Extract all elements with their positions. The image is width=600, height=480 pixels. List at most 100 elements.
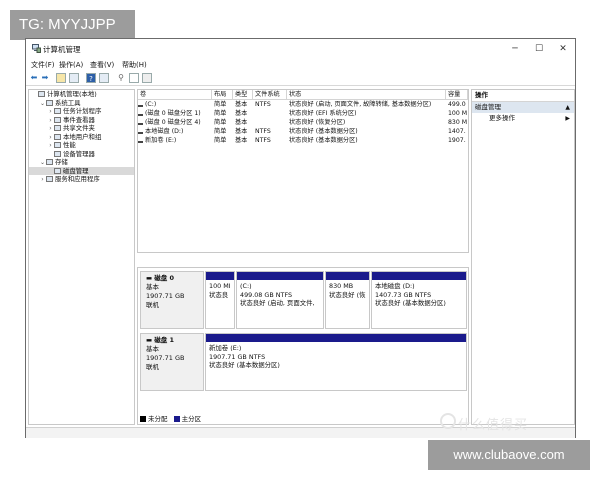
volume-cell: 1407. bbox=[448, 128, 466, 135]
volume-cell: 简单 bbox=[214, 137, 227, 144]
partition-status: 状态良好 (恢 bbox=[329, 290, 366, 299]
volume-cell: 简单 bbox=[214, 101, 227, 108]
tree-node-icon bbox=[38, 91, 45, 97]
volume-cell: 基本 bbox=[235, 137, 248, 144]
partition-bar bbox=[326, 272, 369, 280]
disk-0-label[interactable]: ▬ 磁盘 0 基本 1907.71 GB 联机 bbox=[140, 271, 204, 329]
help-icon[interactable]: ? bbox=[86, 73, 96, 83]
toolbar: ⬅ ➡ ? ⚲ bbox=[26, 71, 575, 86]
partition-size: 1407.73 GB NTFS bbox=[375, 290, 432, 299]
tree-item[interactable]: › 本地用户和组 bbox=[29, 133, 134, 142]
tree-item[interactable]: › 性能 bbox=[29, 141, 134, 150]
view-icon[interactable] bbox=[142, 73, 152, 83]
menu-file[interactable]: 文件(F) bbox=[31, 60, 55, 70]
partition-title: (C:) bbox=[240, 282, 252, 290]
collapse-up-icon[interactable]: ▲ bbox=[565, 102, 570, 113]
volume-row[interactable]: (磁盘 0 磁盘分区 1) 简单 基本 状态良好 (EFI 系统分区) 100 M bbox=[138, 109, 468, 118]
connect-icon[interactable]: ⚲ bbox=[116, 73, 126, 83]
volume-cell: (磁盘 0 磁盘分区 1) bbox=[145, 110, 201, 117]
tree-item-label: 本地用户和组 bbox=[63, 132, 102, 141]
partition-size: 499.08 GB NTFS bbox=[240, 290, 293, 299]
tree-item-label: 事件查看器 bbox=[63, 115, 95, 124]
more-actions[interactable]: 更多操作 ▶ bbox=[472, 113, 574, 124]
volume-row[interactable]: 新加卷 (E:) 简单 基本 NTFS 状态良好 (基本数据分区) 1907. bbox=[138, 136, 468, 145]
tree-item[interactable]: › 事件查看器 bbox=[29, 116, 134, 125]
chevron-right-icon[interactable]: › bbox=[39, 176, 46, 185]
partition-e[interactable]: 新加卷 (E:) 1907.71 GB NTFS 状态良好 (基本数据分区) bbox=[205, 333, 467, 391]
actions-header: 操作 bbox=[472, 90, 574, 102]
tree-item[interactable]: › 任务计划程序 bbox=[29, 107, 134, 116]
legend-primary: 主分区 bbox=[181, 415, 202, 423]
volume-cell: 简单 bbox=[214, 119, 227, 126]
partition-efi[interactable]: 100 MI 状态良 bbox=[205, 271, 235, 329]
url-overlay: www.clubaove.com bbox=[428, 440, 590, 470]
tree-item[interactable]: › 服务和应用程序 bbox=[29, 175, 134, 184]
window-title: 计算机管理 bbox=[43, 45, 81, 54]
volume-cell: 状态良好 (基本数据分区) bbox=[289, 128, 358, 135]
volume-cell: 状态良好 (EFI 系统分区) bbox=[289, 110, 357, 117]
tree-node-icon bbox=[54, 150, 61, 157]
menu-help[interactable]: 帮助(H) bbox=[122, 60, 147, 70]
tree-item[interactable]: 计算机管理(本地) bbox=[29, 90, 134, 99]
menu-action[interactable]: 操作(A) bbox=[59, 60, 83, 70]
tree-node-icon bbox=[54, 142, 61, 148]
partition-bar bbox=[206, 334, 466, 342]
tree-node-icon bbox=[54, 167, 61, 174]
watermark-logo-icon bbox=[440, 413, 456, 429]
up-folder-icon[interactable] bbox=[56, 73, 66, 83]
disk-icon: ▬ bbox=[146, 336, 155, 344]
volume-row[interactable]: 本地磁盘 (D:) 简单 基本 NTFS 状态良好 (基本数据分区) 1407. bbox=[138, 127, 468, 136]
maximize-button[interactable]: ☐ bbox=[527, 42, 551, 56]
partition-size: 830 MB bbox=[329, 282, 354, 290]
column-filesystem[interactable]: 文件系统 bbox=[253, 90, 287, 99]
column-status[interactable]: 状态 bbox=[287, 90, 446, 99]
volume-row[interactable]: (C:) 简单 基本 NTFS 状态良好 (启动, 页面文件, 故障转储, 基本数据分区… bbox=[138, 100, 468, 109]
volume-cell: 499.0 bbox=[448, 101, 466, 108]
disk-name: 磁盘 0 bbox=[154, 274, 175, 282]
tree-node-icon bbox=[54, 116, 61, 123]
disk-1-label[interactable]: ▬ 磁盘 1 基本 1907.71 GB 联机 bbox=[140, 333, 204, 391]
tree-item[interactable]: ⌄ 存储 bbox=[29, 158, 134, 167]
tg-label-overlay: TG: MYYJJPP bbox=[10, 10, 135, 40]
volume-cell: 本地磁盘 (D:) bbox=[145, 128, 184, 135]
tree-item-label: 存储 bbox=[55, 158, 68, 166]
partition-status: 状态良好 (启动, 页面文件, bbox=[240, 299, 315, 307]
volume-rows: (C:) 简单 基本 NTFS 状态良好 (启动, 页面文件, 故障转储, 基本数据分区… bbox=[138, 100, 468, 145]
volume-list: 卷布局 类型 文件系统 状态 容量 (C:) 简单 基本 NTFS 状态良好 (启动, 页面文件… bbox=[137, 89, 469, 253]
disk-type: 基本 bbox=[146, 345, 159, 353]
column-capacity[interactable]: 容量 bbox=[446, 90, 468, 99]
volume-list-header: 卷布局 类型 文件系统 状态 容量 bbox=[138, 90, 468, 100]
tree-item[interactable]: 磁盘管理 bbox=[29, 166, 134, 175]
partition-recovery[interactable]: 830 MB 状态良好 (恢 bbox=[325, 271, 370, 329]
partition-status: 状态良好 (基本数据分区) bbox=[375, 299, 446, 307]
volume-cell: 100 M bbox=[448, 110, 468, 117]
properties-icon[interactable] bbox=[99, 73, 109, 83]
back-arrow-icon[interactable]: ⬅ bbox=[29, 73, 39, 83]
tree-item-label: 设备管理器 bbox=[63, 149, 95, 158]
tree-item-label: 性能 bbox=[63, 141, 76, 149]
tree-item[interactable]: › 共享文件夹 bbox=[29, 124, 134, 133]
volume-cell: NTFS bbox=[255, 101, 271, 108]
menu-bar: 文件(F) 操作(A) 查看(V) 帮助(H) bbox=[26, 59, 575, 71]
volume-cell: 简单 bbox=[214, 110, 227, 117]
close-button[interactable]: ✕ bbox=[551, 42, 575, 56]
partition-d[interactable]: 本地磁盘 (D:) 1407.73 GB NTFS 状态良好 (基本数据分区) bbox=[371, 271, 467, 329]
disk-size: 1907.71 GB bbox=[146, 292, 185, 300]
column-type[interactable]: 类型 bbox=[233, 90, 253, 99]
minimize-button[interactable]: ─ bbox=[503, 42, 527, 56]
actions-disk-management[interactable]: 磁盘管理 ▲ bbox=[472, 102, 574, 113]
tree-item[interactable]: 设备管理器 bbox=[29, 150, 134, 159]
forward-arrow-icon[interactable]: ➡ bbox=[40, 73, 50, 83]
watermark-text: 什么值得买 bbox=[458, 418, 529, 433]
partition-c[interactable]: (C:) 499.08 GB NTFS 状态良好 (启动, 页面文件, bbox=[236, 271, 324, 329]
tree-node-icon bbox=[46, 159, 53, 165]
checklist-icon[interactable] bbox=[129, 73, 139, 83]
column-volume[interactable]: 卷 bbox=[138, 90, 212, 99]
show-hide-tree-icon[interactable] bbox=[69, 73, 79, 83]
disk-icon: ▬ bbox=[146, 274, 155, 282]
volume-row[interactable]: (磁盘 0 磁盘分区 4) 简单 基本 状态良好 (恢复分区) 830 M bbox=[138, 118, 468, 127]
menu-view[interactable]: 查看(V) bbox=[90, 60, 114, 70]
volume-icon bbox=[138, 132, 143, 134]
column-layout[interactable]: 布局 bbox=[212, 90, 233, 99]
tree-item[interactable]: ⌄ 系统工具 bbox=[29, 99, 134, 108]
